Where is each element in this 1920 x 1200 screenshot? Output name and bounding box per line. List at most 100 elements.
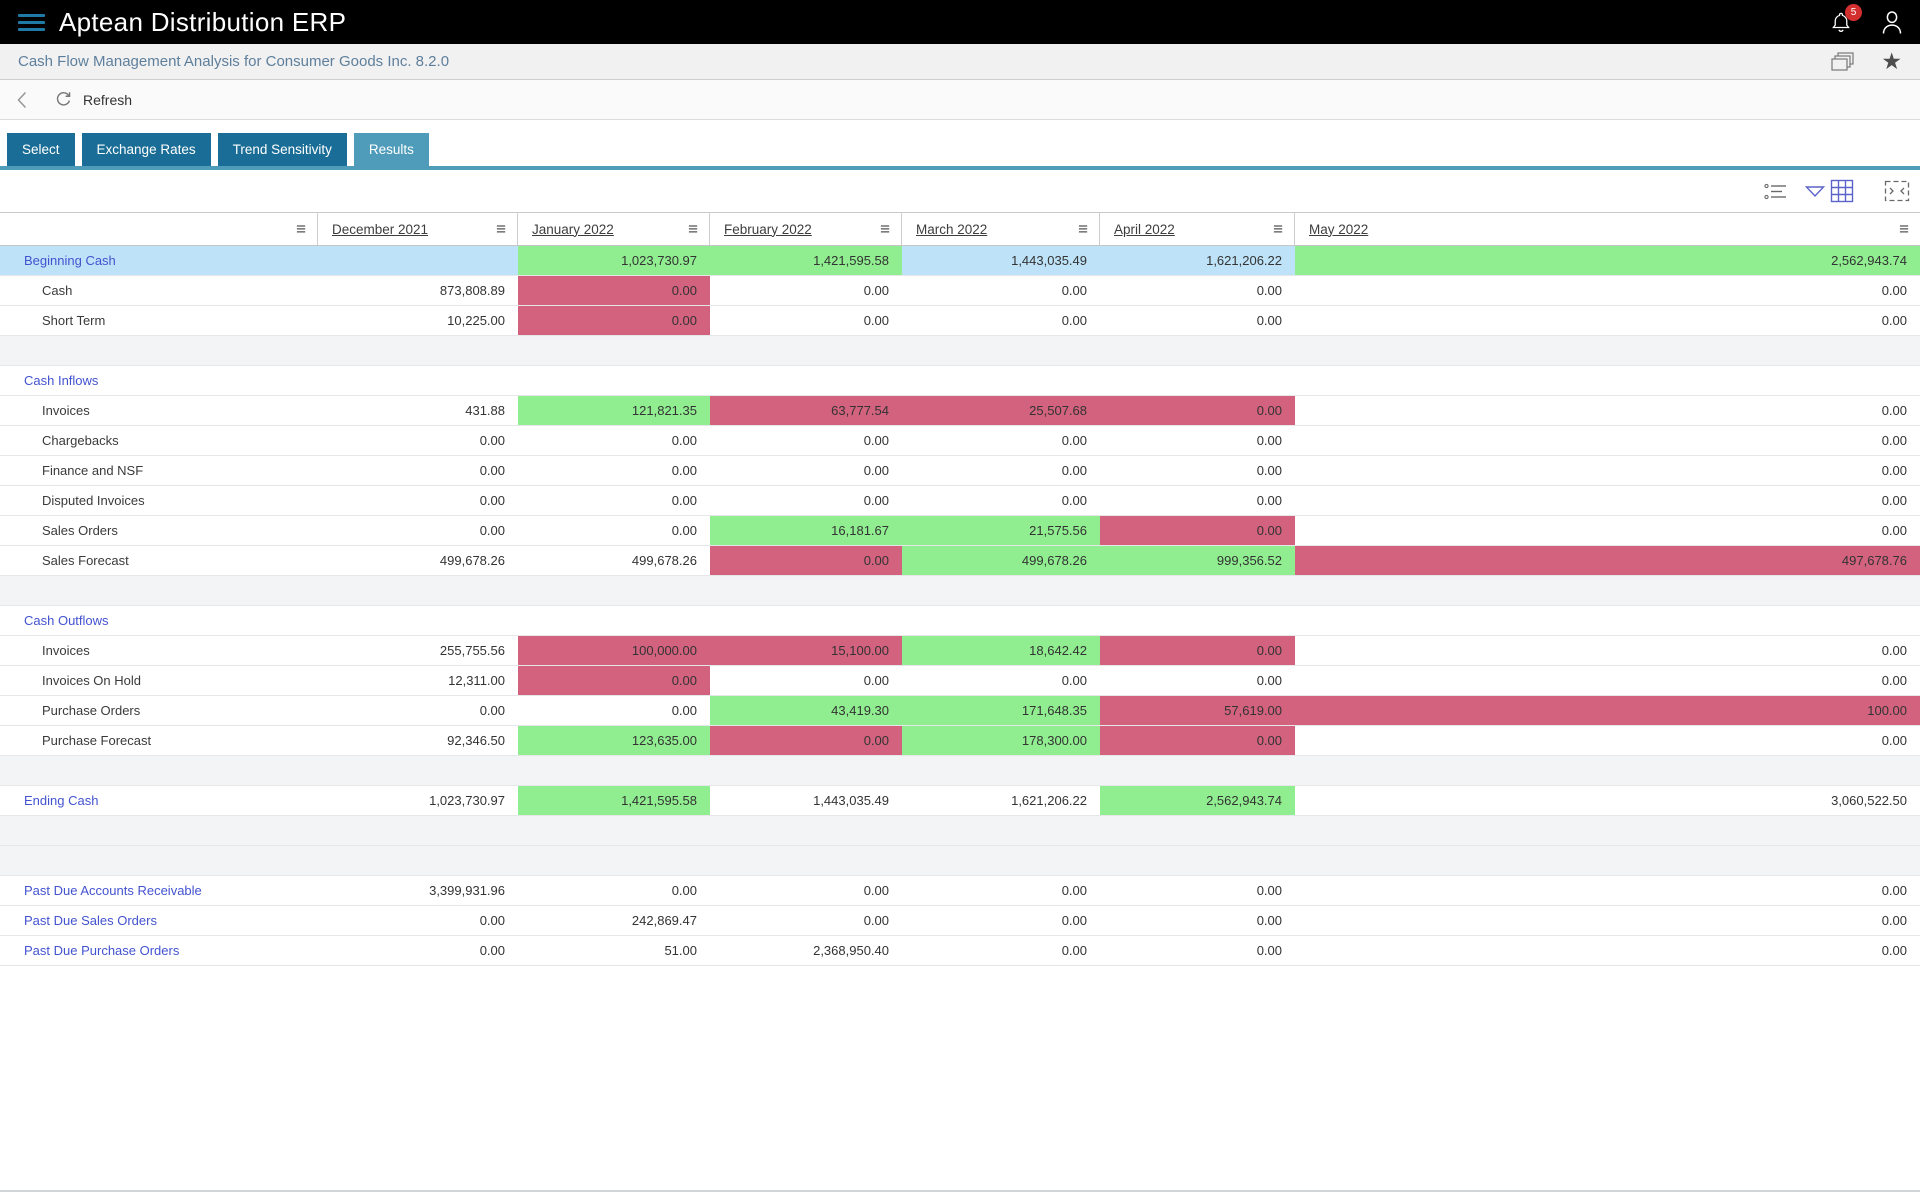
fullscreen-icon[interactable] [1884,180,1910,202]
row-label: Disputed Invoices [42,493,145,508]
app-window: Aptean Distribution ERP 5 Cash Flow Mana… [0,0,1920,1200]
value-cell: 0.00 [671,433,697,448]
value-cell [518,366,710,395]
column-menu-icon[interactable]: ≡ [1899,221,1909,238]
value-cell: 0.00 [1881,313,1907,328]
value-cell: 0.00 [1256,943,1282,958]
table-row: Ending Cash 1,023,730.97 1,421,595.58 1,443… [0,786,1920,816]
column-menu-icon[interactable]: ≡ [1078,221,1088,238]
tab-select[interactable]: Select [7,133,75,166]
table-body: Beginning Cash 1,023,730.97 1,421,595.58 1,… [0,246,1920,966]
spacer-row [0,756,1920,786]
value-cell: 1,421,595.58 [710,246,902,275]
row-label: Chargebacks [42,433,119,448]
value-cell [318,606,518,635]
row-label[interactable]: Cash Outflows [0,606,318,635]
row-label: Invoices [42,643,90,658]
app-title: Aptean Distribution ERP [59,6,347,37]
value-cell: 0.00 [1881,283,1907,298]
row-label[interactable]: Beginning Cash [0,246,318,275]
value-cell: 0.00 [479,493,505,508]
value-cell: 0.00 [671,493,697,508]
table-row: Past Due Accounts Receivable 3,399,931.96… [0,876,1920,906]
value-cell [318,366,518,395]
favorite-star-icon[interactable]: ★ [1881,50,1902,73]
value-cell: 92,346.50 [447,733,505,748]
value-cell: 0.00 [1256,913,1282,928]
column-menu-icon[interactable]: ≡ [296,221,306,238]
table-row: Cash Outflows [0,606,1920,636]
tab-trend-sensitivity[interactable]: Trend Sensitivity [217,133,347,166]
header-february-2022: February 2022 ≡ [710,213,902,245]
table-row: Invoices 431.88 121,821.35 63,777.54 25,507.… [0,396,1920,426]
row-label[interactable]: Ending Cash [0,786,318,815]
table-row: Disputed Invoices 0.00 0.00 0.00 0.00 0.00 0.0… [0,486,1920,516]
row-label: Cash [42,283,73,298]
value-cell: 0.00 [479,943,505,958]
tab-results[interactable]: Results [353,133,429,166]
value-cell: 0.00 [1100,396,1295,425]
value-cell [902,366,1100,395]
value-cell: 0.00 [1061,673,1087,688]
column-menu-icon[interactable]: ≡ [496,221,506,238]
row-label: Sales Forecast [42,553,129,568]
value-cell: 0.00 [1061,433,1087,448]
column-menu-icon[interactable]: ≡ [688,221,698,238]
back-button[interactable] [16,90,28,110]
column-menu-icon[interactable]: ≡ [1273,221,1283,238]
value-cell: 0.00 [1100,516,1295,545]
value-cell: 499,678.26 [631,553,697,568]
grid-columns-icon[interactable] [1830,179,1854,203]
row-label: Short Term [42,313,106,328]
value-cell: 3,399,931.96 [429,883,505,898]
row-label[interactable]: Past Due Sales Orders [0,906,318,935]
value-cell: 0.00 [1881,433,1907,448]
value-cell: 2,562,943.74 [1100,786,1295,815]
value-cell: 2,562,943.74 [1295,246,1920,275]
value-cell [710,366,902,395]
value-cell: 12,311.00 [448,673,505,688]
user-menu-button[interactable] [1880,9,1904,35]
row-density-icon[interactable] [1764,183,1788,200]
notifications-button[interactable]: 5 [1830,3,1862,35]
value-cell: 10,225.00 [447,313,505,328]
row-label[interactable]: Past Due Purchase Orders [0,936,318,965]
spacer-row [0,816,1920,846]
value-cell: 0.00 [863,493,889,508]
table-row: Sales Orders 0.00 0.00 16,181.67 21,575.56 0.… [0,516,1920,546]
menu-icon[interactable] [18,13,45,31]
value-cell: 0.00 [1061,493,1087,508]
value-cell: 499,678.26 [439,553,505,568]
refresh-button[interactable]: Refresh [54,90,132,109]
table-row: Sales Forecast 499,678.26 499,678.26 0.00 49… [0,546,1920,576]
value-cell: 431.88 [465,403,505,418]
tab-bar: Select Exchange Rates Trend Sensitivity … [0,120,1920,166]
value-cell: 21,575.56 [902,516,1100,545]
tab-exchange-rates[interactable]: Exchange Rates [81,133,211,166]
value-cell: 0.00 [518,666,710,695]
value-cell: 0.00 [671,463,697,478]
column-menu-icon[interactable]: ≡ [880,221,890,238]
value-cell: 0.00 [1881,403,1907,418]
row-label: Purchase Forecast [42,733,152,748]
value-cell: 497,678.76 [1295,546,1920,575]
header-april-2022: April 2022 ≡ [1100,213,1295,245]
value-cell: 0.00 [518,276,710,305]
table-row: Past Due Purchase Orders 0.00 51.00 2,368,9… [0,936,1920,966]
row-label[interactable]: Cash Inflows [0,366,318,395]
windows-icon[interactable] [1831,51,1855,73]
value-cell [1295,366,1920,395]
value-cell: 1,023,730.97 [518,246,710,275]
value-cell: 0.00 [518,306,710,335]
value-cell: 0.00 [1256,313,1282,328]
row-label[interactable]: Past Due Accounts Receivable [0,876,318,905]
value-cell: 123,635.00 [518,726,710,755]
back-chevron-icon [16,90,28,110]
bottom-divider [0,1190,1920,1192]
chevron-down-icon[interactable] [1804,185,1826,198]
value-cell [710,606,902,635]
value-cell: 873,808.89 [439,283,505,298]
value-cell [518,606,710,635]
value-cell: 0.00 [1256,673,1282,688]
value-cell [318,246,518,275]
